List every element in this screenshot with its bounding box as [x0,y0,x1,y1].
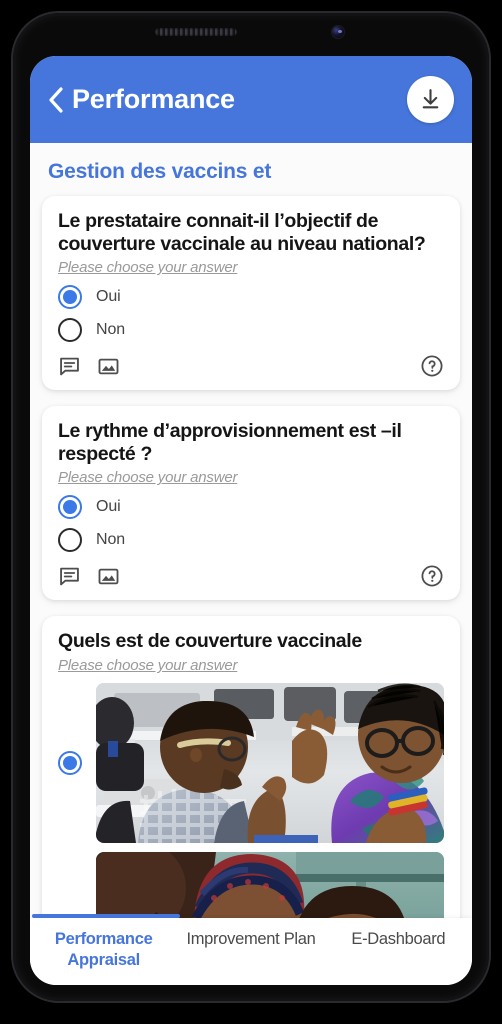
active-tab-indicator [32,914,180,918]
photo-option-row[interactable] [58,852,444,918]
question-text: Le prestataire connait-il l’objectif de … [58,210,426,255]
bottom-tab-bar: Performance Appraisal Improvement Plan E… [30,914,472,985]
question-card: Quels est de couverture vaccinale Please… [42,616,460,918]
card-action-bar [58,354,444,380]
tab-e-dashboard[interactable]: E-Dashboard [325,918,472,985]
tab-performance-appraisal[interactable]: Performance Appraisal [30,918,177,985]
earpiece-speaker-grille [155,28,237,36]
radio-button-photo-1[interactable] [58,751,82,776]
question-card: Le rythme d’approvisionnement est –il re… [42,406,460,601]
comment-icon[interactable] [58,565,81,588]
question-text: Quels est de couverture vaccinale [58,630,362,653]
question-hint: Please choose your answer [58,657,238,675]
radio-label-oui: Oui [96,288,121,306]
radio-option-row[interactable]: Oui [58,495,444,520]
phone-frame: Performance Gestion des vaccins et Le pr… [13,13,489,1001]
radio-option-row[interactable]: Non [58,318,444,343]
radio-option-row[interactable]: Non [58,528,444,553]
question-text: Le rythme d’approvisionnement est –il re… [58,420,402,465]
app-header: Performance [30,56,472,143]
page-title: Performance [72,84,235,114]
radio-button-non[interactable] [58,528,82,553]
section-title: Gestion des vaccins et [48,160,272,183]
questionnaire-scroll-area[interactable]: Gestion des vaccins et Le prestataire co… [30,143,472,918]
question-hint: Please choose your answer [58,469,238,487]
download-icon [422,89,439,109]
image-icon[interactable] [97,355,120,378]
option-photo-office-highfive[interactable] [96,683,444,844]
radio-label-non: Non [96,321,126,339]
back-chevron-icon[interactable] [42,85,68,115]
radio-button-oui[interactable] [58,285,82,310]
help-circle-icon[interactable] [420,354,444,378]
option-photo-mother-and-child[interactable] [96,852,444,918]
radio-button-non[interactable] [58,318,82,343]
radio-label-non: Non [96,531,126,549]
question-card: Le prestataire connait-il l’objectif de … [42,196,460,391]
download-button[interactable] [407,76,454,123]
radio-label-oui: Oui [96,498,121,516]
image-icon[interactable] [97,565,120,588]
card-action-bar [58,564,444,590]
help-circle-icon[interactable] [420,564,444,588]
radio-button-oui[interactable] [58,495,82,520]
phone-screen: Performance Gestion des vaccins et Le pr… [30,56,472,985]
camera-lens-glint [338,30,342,33]
radio-option-row[interactable]: Oui [58,285,444,310]
question-hint: Please choose your answer [58,259,238,277]
photo-option-row[interactable] [58,683,444,844]
comment-icon[interactable] [58,355,81,378]
tab-improvement-plan[interactable]: Improvement Plan [177,918,324,985]
